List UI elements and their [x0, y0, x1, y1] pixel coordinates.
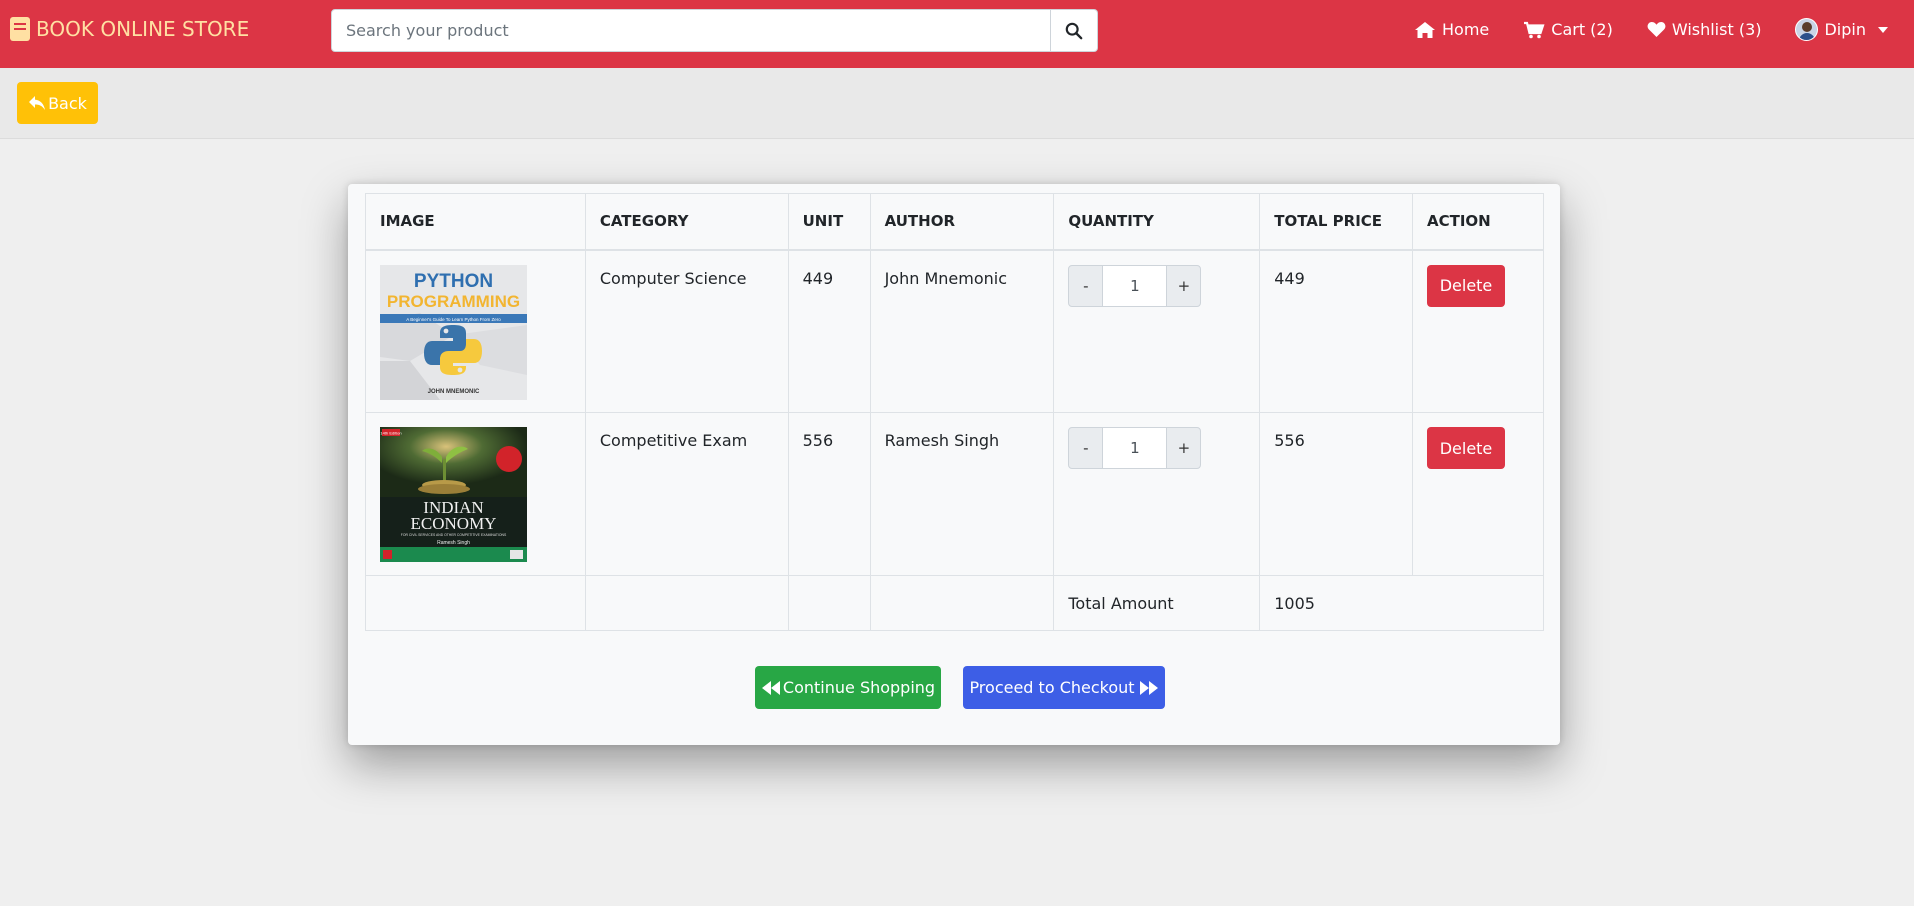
table-header-row: IMAGE CATEGORY UNIT AUTHOR QUANTITY TOTA…: [365, 193, 1544, 251]
column-header-image: IMAGE: [365, 193, 586, 251]
nav-links: Home Cart (2) Wishlist (3) Dipin: [1414, 18, 1888, 41]
column-header-category: CATEGORY: [584, 193, 789, 251]
continue-shopping-label: Continue Shopping: [782, 678, 936, 697]
quantity-stepper: - 1 +: [1068, 427, 1245, 469]
brand-logo[interactable]: BOOK ONLINE STORE: [10, 14, 249, 44]
table-row: 14th Edition INDIAN ECONOMY FOR CIVIL SE…: [365, 412, 1544, 576]
cell-quantity: - 1 +: [1053, 249, 1261, 413]
search-button[interactable]: [1051, 9, 1098, 52]
back-bar: Back: [0, 68, 1914, 139]
svg-text:PROGRAMMING: PROGRAMMING: [387, 292, 520, 311]
cart-icon: [1524, 21, 1545, 38]
book-cover-indian-economy: 14th Edition INDIAN ECONOMY FOR CIVIL SE…: [380, 427, 527, 562]
cell-image: PYTHON PROGRAMMING A Beginner's Guide To…: [365, 249, 586, 413]
cell-category: Computer Science: [584, 249, 789, 413]
backward-icon: [761, 680, 780, 695]
quantity-input[interactable]: 1: [1103, 264, 1167, 307]
user-menu-toggle[interactable]: Dipin: [1795, 18, 1888, 41]
search-input[interactable]: [331, 9, 1051, 52]
total-amount-value: 1005: [1259, 575, 1544, 631]
delete-button[interactable]: Delete: [1427, 427, 1505, 469]
reply-arrow-icon: [29, 96, 46, 110]
cart-card: IMAGE CATEGORY UNIT AUTHOR QUANTITY TOTA…: [348, 184, 1560, 745]
svg-text:PYTHON: PYTHON: [414, 271, 493, 292]
nav-wishlist-label: Wishlist (3): [1671, 20, 1762, 39]
cell-empty: [365, 575, 586, 631]
quantity-increase-button[interactable]: +: [1166, 264, 1202, 307]
nav-home-label: Home: [1442, 20, 1490, 39]
cell-quantity: - 1 +: [1053, 412, 1261, 576]
column-header-author: AUTHOR: [869, 193, 1055, 251]
cell-empty: [584, 575, 789, 631]
total-amount-label: Total Amount: [1053, 575, 1261, 631]
proceed-to-checkout-label: Proceed to Checkout: [969, 678, 1135, 697]
chevron-down-icon: [1878, 26, 1888, 33]
quantity-stepper: - 1 +: [1068, 264, 1245, 307]
search-icon: [1065, 22, 1083, 39]
cell-empty: [787, 575, 871, 631]
cell-total-price: 449: [1259, 249, 1413, 413]
svg-text:Ramesh Singh: Ramesh Singh: [437, 540, 470, 546]
book-icon: [10, 17, 30, 41]
heart-icon: [1647, 21, 1666, 38]
cell-author: Ramesh Singh: [869, 412, 1055, 576]
cell-total-price: 556: [1259, 412, 1413, 576]
svg-text:FOR CIVIL SERVICES AND OTHER C: FOR CIVIL SERVICES AND OTHER COMPETITIVE…: [401, 533, 507, 537]
cell-unit: 556: [787, 412, 871, 576]
book-cover-python: PYTHON PROGRAMMING A Beginner's Guide To…: [380, 264, 527, 400]
cell-empty: [869, 575, 1055, 631]
forward-icon: [1139, 680, 1158, 695]
quantity-input[interactable]: 1: [1103, 427, 1167, 469]
search-bar: [331, 9, 1098, 52]
svg-text:14th Edition: 14th Edition: [380, 431, 401, 436]
nav-cart[interactable]: Cart (2): [1523, 20, 1613, 39]
column-header-quantity: QUANTITY: [1053, 193, 1261, 251]
svg-text:A Beginner's Guide To Learn Py: A Beginner's Guide To Learn Python From …: [406, 317, 501, 322]
nav-wishlist[interactable]: Wishlist (3): [1647, 20, 1762, 39]
home-icon: [1415, 21, 1436, 38]
nav-cart-label: Cart (2): [1551, 20, 1613, 39]
cell-author: John Mnemonic: [869, 249, 1055, 413]
column-header-total-price: TOTAL PRICE: [1259, 193, 1413, 251]
cell-unit: 449: [787, 249, 871, 413]
user-name: Dipin: [1824, 20, 1866, 39]
quantity-decrease-button[interactable]: -: [1068, 264, 1104, 307]
quantity-decrease-button[interactable]: -: [1068, 427, 1104, 469]
continue-shopping-button[interactable]: Continue Shopping: [755, 666, 941, 709]
svg-text:ECONOMY: ECONOMY: [411, 514, 497, 533]
avatar: [1795, 18, 1819, 41]
cell-image: 14th Edition INDIAN ECONOMY FOR CIVIL SE…: [365, 412, 586, 576]
total-row: Total Amount 1005: [365, 575, 1544, 631]
cell-action: Delete: [1412, 412, 1544, 576]
back-button[interactable]: Back: [17, 82, 98, 124]
back-label: Back: [48, 93, 87, 113]
cell-category: Competitive Exam: [584, 412, 789, 576]
cart-actions: Continue Shopping Proceed to Checkout: [348, 666, 1560, 709]
delete-button[interactable]: Delete: [1427, 264, 1505, 307]
cell-action: Delete: [1412, 249, 1544, 413]
column-header-unit: UNIT: [787, 193, 871, 251]
quantity-increase-button[interactable]: +: [1166, 427, 1202, 469]
svg-text:JOHN MNEMONIC: JOHN MNEMONIC: [428, 389, 480, 395]
cart-table: IMAGE CATEGORY UNIT AUTHOR QUANTITY TOTA…: [365, 193, 1544, 631]
navbar: BOOK ONLINE STORE Home Cart (2): [0, 0, 1914, 68]
brand-name: BOOK ONLINE STORE: [36, 17, 250, 41]
nav-home[interactable]: Home: [1414, 20, 1489, 39]
column-header-action: ACTION: [1412, 193, 1544, 251]
proceed-to-checkout-button[interactable]: Proceed to Checkout: [963, 666, 1165, 709]
table-row: PYTHON PROGRAMMING A Beginner's Guide To…: [365, 249, 1544, 413]
